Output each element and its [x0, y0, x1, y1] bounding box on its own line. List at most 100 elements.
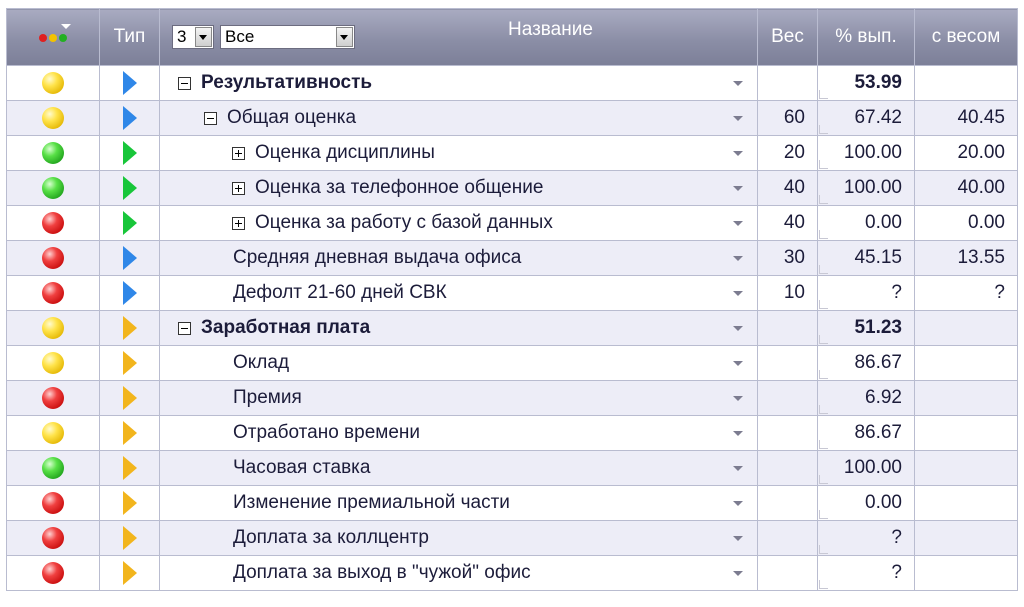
- type-play-green-icon: [122, 141, 137, 165]
- row-name: Дефолт 21-60 дней СВК: [233, 282, 447, 303]
- row-menu-chevron-down-icon[interactable]: [733, 571, 743, 576]
- type-cell: [99, 555, 160, 591]
- name-cell: Результативность: [159, 65, 758, 101]
- table-row[interactable]: Средняя дневная выдача офиса 30 45.15 13.55: [6, 240, 1018, 276]
- row-menu-chevron-down-icon[interactable]: [733, 116, 743, 121]
- weighted-cell: [914, 450, 1018, 486]
- table-row[interactable]: Отработано времени 86.67: [6, 415, 1018, 451]
- filter-select-value: Все: [225, 27, 255, 46]
- status-light-red-icon: [42, 211, 64, 234]
- cell-corner-icon: [819, 545, 828, 554]
- expand-icon[interactable]: [232, 216, 245, 230]
- name-cell: Оценка дисциплины: [159, 135, 758, 171]
- row-menu-chevron-down-icon[interactable]: [733, 361, 743, 366]
- chevron-down-icon: [61, 24, 71, 29]
- row-name: Результативность: [201, 72, 373, 93]
- row-name: Оценка за телефонное общение: [255, 177, 544, 198]
- filter-select[interactable]: Все: [220, 25, 355, 49]
- type-column-header[interactable]: Тип: [99, 8, 160, 66]
- row-menu-chevron-down-icon[interactable]: [733, 501, 743, 506]
- row-menu-chevron-down-icon[interactable]: [733, 431, 743, 436]
- type-play-blue-icon: [122, 71, 137, 95]
- row-menu-chevron-down-icon[interactable]: [733, 291, 743, 296]
- expand-icon[interactable]: [232, 181, 245, 195]
- row-menu-chevron-down-icon[interactable]: [733, 536, 743, 541]
- weight-cell: 10: [757, 275, 818, 311]
- table-row[interactable]: Результативность 53.99: [6, 65, 1018, 101]
- row-name: Изменение премиальной части: [233, 492, 510, 513]
- row-menu-chevron-down-icon[interactable]: [733, 396, 743, 401]
- table-row[interactable]: Оценка за телефонное общение 40 100.00 40.0…: [6, 170, 1018, 206]
- table-row[interactable]: Часовая ставка 100.00: [6, 450, 1018, 486]
- status-light-yellow-icon: [42, 421, 64, 444]
- collapse-icon[interactable]: [178, 76, 191, 90]
- status-light-yellow-icon: [42, 351, 64, 374]
- table-row[interactable]: Общая оценка 60 67.42 40.45: [6, 100, 1018, 136]
- pct-value: 0.00: [865, 492, 902, 513]
- table-row[interactable]: Изменение премиальной части 0.00: [6, 485, 1018, 521]
- pct-header-label: % вып.: [835, 26, 897, 47]
- name-cell: Оценка за работу с базой данных: [159, 205, 758, 241]
- pct-cell: 67.42: [817, 100, 915, 136]
- name-cell: Изменение премиальной части: [159, 485, 758, 521]
- pct-cell: 53.99: [817, 65, 915, 101]
- collapse-icon[interactable]: [204, 111, 217, 125]
- weight-cell: 20: [757, 135, 818, 171]
- table-row[interactable]: Доплата за выход в "чужой" офис?: [6, 555, 1018, 591]
- row-menu-chevron-down-icon[interactable]: [733, 221, 743, 226]
- table-row[interactable]: Оценка за работу с базой данных 40 0.00 0.0…: [6, 205, 1018, 241]
- expand-icon[interactable]: [232, 146, 245, 160]
- cell-corner-icon: [819, 440, 828, 449]
- cell-corner-icon: [819, 475, 828, 484]
- pct-cell: ?: [817, 275, 915, 311]
- status-cell: [6, 240, 100, 276]
- table-row[interactable]: Оценка дисциплины 20 100.00 20.00: [6, 135, 1018, 171]
- table-row[interactable]: Оклад 86.67: [6, 345, 1018, 381]
- pct-column-header[interactable]: % вып.: [817, 8, 915, 66]
- type-play-orange-icon: [122, 456, 137, 480]
- table-row[interactable]: Заработная плата 51.23: [6, 310, 1018, 346]
- weight-cell: [757, 450, 818, 486]
- filter-select-dropdown-icon[interactable]: [336, 27, 353, 47]
- cell-corner-icon: [819, 300, 828, 309]
- weighted-cell: [914, 310, 1018, 346]
- status-light-green-icon: [42, 141, 64, 164]
- pct-value: 86.67: [854, 422, 902, 443]
- row-menu-chevron-down-icon[interactable]: [733, 466, 743, 471]
- row-name: Оценка за работу с базой данных: [255, 212, 553, 233]
- status-cell: [6, 275, 100, 311]
- weight-cell: [757, 65, 818, 101]
- name-cell: Доплата за коллцентр: [159, 520, 758, 556]
- cell-corner-icon: [819, 335, 828, 344]
- type-play-blue-icon: [122, 106, 137, 130]
- row-menu-chevron-down-icon[interactable]: [733, 326, 743, 331]
- weighted-cell: [914, 485, 1018, 521]
- type-cell: [99, 135, 160, 171]
- table-row[interactable]: Премия 6.92: [6, 380, 1018, 416]
- level-select-dropdown-icon[interactable]: [195, 27, 212, 47]
- row-menu-chevron-down-icon[interactable]: [733, 81, 743, 86]
- name-cell: Средняя дневная выдача офиса: [159, 240, 758, 276]
- name-cell: Общая оценка: [159, 100, 758, 136]
- cell-corner-icon: [819, 580, 828, 589]
- table-row[interactable]: Дефолт 21-60 дней СВК 10??: [6, 275, 1018, 311]
- level-select[interactable]: 3: [172, 25, 214, 49]
- weight-column-header[interactable]: Вес: [757, 8, 818, 66]
- status-cell: [6, 170, 100, 206]
- collapse-icon[interactable]: [178, 321, 191, 335]
- weight-cell: [757, 415, 818, 451]
- row-menu-chevron-down-icon[interactable]: [733, 186, 743, 191]
- weighted-column-header[interactable]: с весом: [914, 8, 1018, 66]
- name-header-label: Название: [508, 19, 593, 40]
- table-row[interactable]: Доплата за коллцентр?: [6, 520, 1018, 556]
- row-name: Отработано времени: [233, 422, 421, 443]
- status-light-green-icon: [42, 456, 64, 479]
- status-column-header[interactable]: [6, 8, 100, 66]
- row-menu-chevron-down-icon[interactable]: [733, 151, 743, 156]
- status-light-yellow-icon: [42, 106, 64, 129]
- row-menu-chevron-down-icon[interactable]: [733, 256, 743, 261]
- status-light-red-icon: [42, 526, 64, 549]
- type-cell: [99, 380, 160, 416]
- type-header-label: Тип: [113, 26, 146, 47]
- status-cell: [6, 415, 100, 451]
